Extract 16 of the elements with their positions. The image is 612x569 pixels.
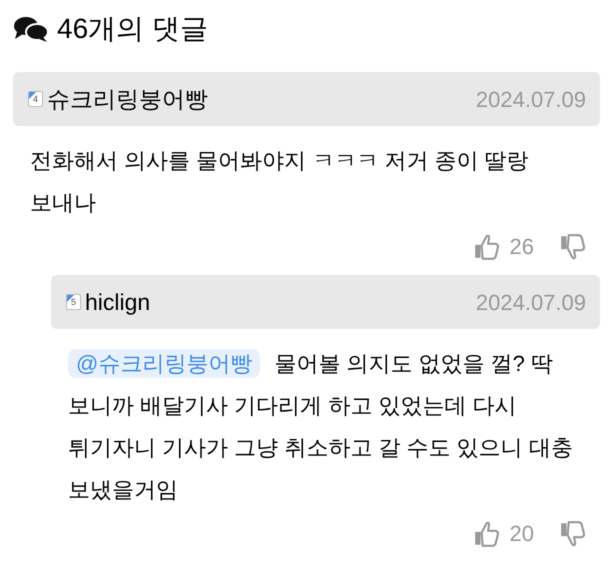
comment-text: @슈크리링붕어빵 물어볼 의지도 없었을 껄? 딱 보니까 배달기사 기다리게 하고 있었는데 다시 튀기자니 기사가 그냥 취소하고 갈 수도 있으니 대충 보냈을거임 bbox=[68, 348, 574, 504]
level-badge: 4 bbox=[28, 91, 43, 107]
thumbs-down-icon[interactable] bbox=[560, 520, 586, 548]
author-name[interactable]: 슈크리링붕어빵 bbox=[47, 82, 208, 116]
comment-date: 2024.07.09 bbox=[476, 86, 586, 114]
thumbs-up-icon[interactable] bbox=[474, 232, 500, 260]
comments-title: 46개의 댓글 bbox=[57, 12, 208, 46]
like-count: 26 bbox=[510, 233, 534, 261]
thumbs-down-icon[interactable] bbox=[560, 232, 586, 260]
thumbs-up-icon[interactable] bbox=[474, 520, 500, 548]
speech-bubbles-icon bbox=[13, 15, 49, 43]
author-name[interactable]: hiclign bbox=[85, 284, 150, 320]
level-badge: 5 bbox=[66, 294, 81, 310]
like-count: 20 bbox=[510, 520, 534, 548]
comment-date: 2024.07.09 bbox=[476, 288, 586, 316]
comment-text: 전화해서 의사를 물어봐야지 ㅋㅋㅋ 저거 종이 딸랑 보내나 bbox=[30, 147, 530, 217]
